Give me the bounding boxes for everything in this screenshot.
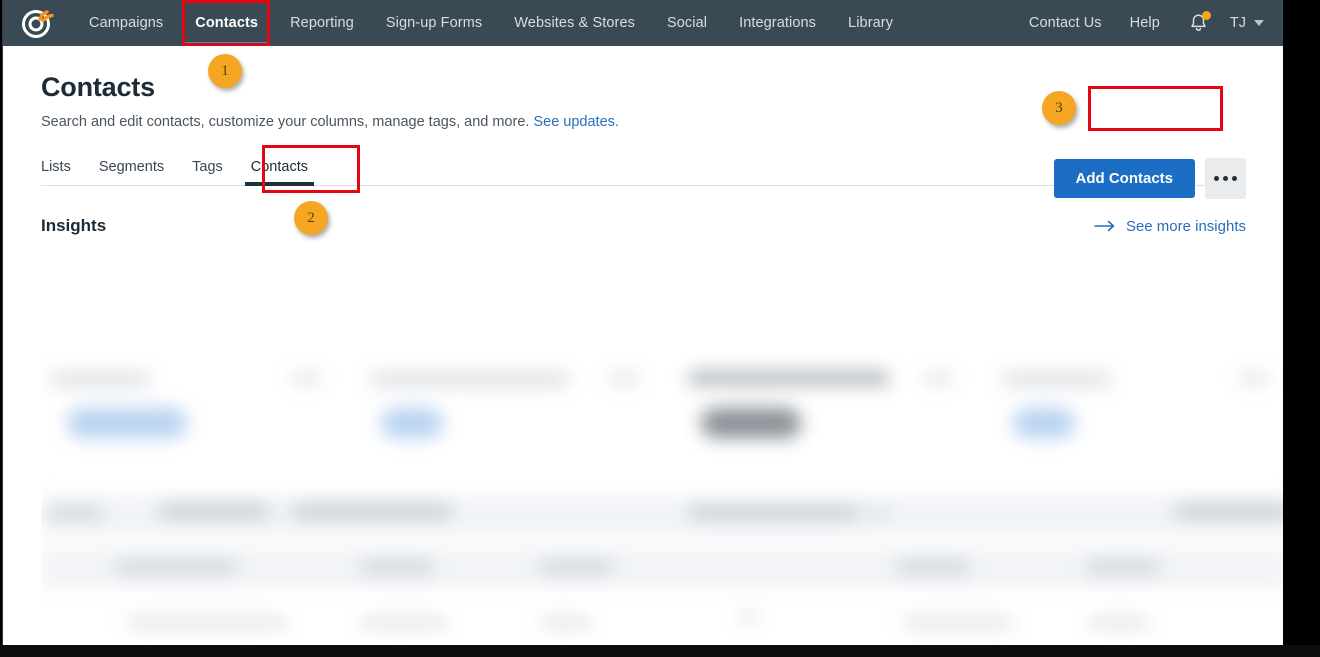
primary-nav-items: Campaigns Contacts Reporting Sign-up For… <box>73 0 909 46</box>
arrow-right-icon <box>1094 220 1115 232</box>
nav-label: Integrations <box>739 15 817 31</box>
secondary-nav-items: Contact Us Help TJ <box>1015 0 1283 46</box>
nav-label: Help <box>1129 15 1160 31</box>
nav-label: Reporting <box>290 15 354 31</box>
nav-item-contacts[interactable]: Contacts <box>179 0 274 46</box>
insights-header-row: Insights See more insights <box>41 216 1246 236</box>
nav-label: Contacts <box>195 15 259 31</box>
top-navigation-bar: Campaigns Contacts Reporting Sign-up For… <box>3 0 1283 46</box>
see-updates-link[interactable]: See updates. <box>533 114 618 130</box>
annotation-badge-step-3: 3 <box>1042 91 1076 125</box>
screen-right-edge <box>1283 0 1320 657</box>
nav-item-websites-and-stores[interactable]: Websites & Stores <box>498 0 651 46</box>
account-menu[interactable]: TJ <box>1220 15 1270 31</box>
see-more-insights-link[interactable]: See more insights <box>1094 218 1246 235</box>
header-actions: Add Contacts <box>1053 158 1246 199</box>
see-more-insights-label: See more insights <box>1125 217 1246 235</box>
ellipsis-icon <box>1232 176 1237 181</box>
insights-title: Insights <box>41 216 107 235</box>
tab-label: Segments <box>98 159 165 175</box>
tab-contacts[interactable]: Contacts <box>237 159 322 186</box>
constant-contact-logo-icon[interactable] <box>15 0 61 46</box>
nav-label: Sign-up Forms <box>385 15 483 31</box>
tab-label: Contacts <box>250 159 308 175</box>
tab-label: Lists <box>41 159 71 175</box>
nav-label: Campaigns <box>89 15 164 31</box>
annotation-badge-step-2: 2 <box>294 201 328 235</box>
nav-item-library[interactable]: Library <box>832 0 909 46</box>
add-contacts-button[interactable]: Add Contacts <box>1053 159 1195 198</box>
nav-item-sign-up-forms[interactable]: Sign-up Forms <box>370 0 498 46</box>
bell-icon[interactable] <box>1184 8 1214 38</box>
tab-tags[interactable]: Tags <box>178 159 237 185</box>
tab-segments[interactable]: Segments <box>85 159 178 185</box>
page-subtitle-text: Search and edit contacts, customize your… <box>41 114 530 130</box>
nav-label: Contact Us <box>1028 15 1102 31</box>
tab-label: Tags <box>192 159 223 175</box>
tab-lists[interactable]: Lists <box>41 159 85 185</box>
notification-alert-dot <box>1201 11 1211 20</box>
app-frame: Campaigns Contacts Reporting Sign-up For… <box>0 0 1320 657</box>
browser-viewport: Campaigns Contacts Reporting Sign-up For… <box>2 0 1283 645</box>
nav-item-help[interactable]: Help <box>1116 0 1174 46</box>
nav-label: Social <box>666 15 708 31</box>
nav-item-contact-us[interactable]: Contact Us <box>1015 0 1116 46</box>
ellipsis-icon <box>1223 176 1228 181</box>
nav-item-reporting[interactable]: Reporting <box>274 0 370 46</box>
nav-item-social[interactable]: Social <box>651 0 723 46</box>
nav-item-integrations[interactable]: Integrations <box>723 0 832 46</box>
nav-label: Websites & Stores <box>514 15 635 31</box>
account-initials: TJ <box>1229 15 1246 31</box>
ellipsis-icon <box>1214 176 1219 181</box>
blurred-insights-and-contacts-content[interactable] <box>41 340 1283 645</box>
blur-layer <box>41 340 1283 645</box>
nav-label: Library <box>848 15 894 31</box>
screen-bottom-edge <box>0 645 1320 657</box>
page-content: Contacts Search and edit contacts, custo… <box>3 72 1283 645</box>
chevron-down-icon <box>1254 20 1264 26</box>
nav-item-campaigns[interactable]: Campaigns <box>73 0 179 46</box>
more-actions-button[interactable] <box>1205 158 1246 199</box>
annotation-badge-step-1: 1 <box>208 54 242 88</box>
